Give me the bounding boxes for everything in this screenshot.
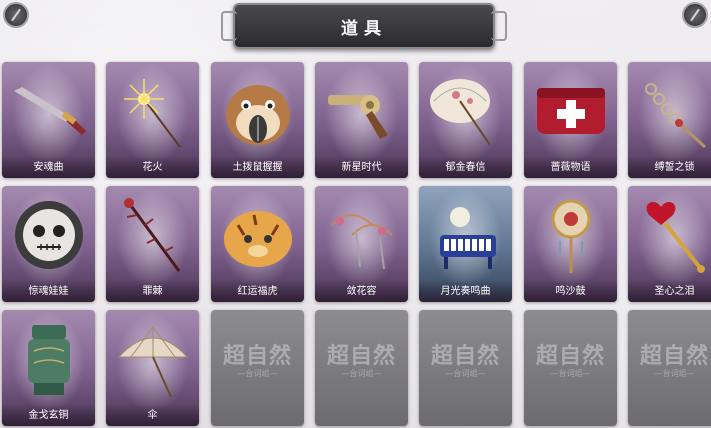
- item-label: 金戈玄铜: [2, 404, 95, 426]
- left-ornament-icon: [3, 2, 29, 28]
- item-label: 惊魂娃娃: [2, 280, 95, 302]
- heart-scepter-icon: [634, 192, 711, 278]
- item-card[interactable]: 伞: [106, 310, 199, 426]
- parasol-icon: [425, 68, 506, 154]
- empty-item-slot[interactable]: 超自然 —台词组—: [315, 310, 408, 426]
- watermark-subtitle: —台词组—: [550, 369, 591, 378]
- items-grid: 安魂曲 花火 土拨鼠握握 新星时代 郁金春信 蔷薇物语 缚誓之锁惊魂娃娃 罪棘 红运福虎 敛花容月…: [2, 62, 711, 428]
- flower-blades-icon: [321, 192, 402, 278]
- item-card[interactable]: 敛花容: [315, 186, 408, 302]
- item-card[interactable]: 蔷薇物语: [524, 62, 617, 178]
- item-card[interactable]: 鸣沙鼓: [524, 186, 617, 302]
- item-label: 罪棘: [106, 280, 199, 302]
- bronze-vessel-icon: [8, 316, 89, 402]
- thorn-staff-icon: [112, 192, 193, 278]
- item-label: 缚誓之锁: [628, 156, 711, 178]
- item-label: 月光奏鸣曲: [419, 280, 512, 302]
- watermark-logo: 超自然: [222, 343, 292, 369]
- item-card[interactable]: 缚誓之锁: [628, 62, 711, 178]
- watermark-subtitle: —台词组—: [237, 369, 278, 378]
- hamster-icon: [217, 68, 298, 154]
- item-card[interactable]: 红运福虎: [211, 186, 304, 302]
- chain-key-icon: [634, 68, 711, 154]
- watermark-subtitle: —台词组—: [654, 369, 695, 378]
- medkit-icon: [530, 68, 611, 154]
- empty-item-slot[interactable]: 超自然 —台词组—: [524, 310, 617, 426]
- item-label: 鸣沙鼓: [524, 280, 617, 302]
- watermark-logo: 超自然: [639, 343, 709, 369]
- item-card[interactable]: 月光奏鸣曲: [419, 186, 512, 302]
- empty-item-slot[interactable]: 超自然 —台词组—: [211, 310, 304, 426]
- item-label: 蔷薇物语: [524, 156, 617, 178]
- watermark-subtitle: —台词组—: [341, 369, 382, 378]
- item-label: 新星时代: [315, 156, 408, 178]
- item-card[interactable]: 金戈玄铜: [2, 310, 95, 426]
- item-card[interactable]: 新星时代: [315, 62, 408, 178]
- title-plate: 道具: [221, 3, 507, 49]
- umbrella-icon: [112, 316, 193, 402]
- piano-icon: [425, 192, 506, 278]
- item-card[interactable]: 圣心之泪: [628, 186, 711, 302]
- item-card[interactable]: 郁金春信: [419, 62, 512, 178]
- item-label: 安魂曲: [2, 156, 95, 178]
- right-ornament-icon: [682, 2, 708, 28]
- item-label: 敛花容: [315, 280, 408, 302]
- item-card[interactable]: 花火: [106, 62, 199, 178]
- dagger-icon: [8, 68, 89, 154]
- watermark-subtitle: —台词组—: [445, 369, 486, 378]
- revolver-icon: [321, 68, 402, 154]
- watermark-logo: 超自然: [535, 343, 605, 369]
- item-label: 郁金春信: [419, 156, 512, 178]
- item-label: 土拨鼠握握: [211, 156, 304, 178]
- watermark-logo: 超自然: [430, 343, 500, 369]
- page-title: 道具: [341, 18, 387, 39]
- sparkler-icon: [112, 68, 193, 154]
- item-label: 红运福虎: [211, 280, 304, 302]
- skull-doll-icon: [8, 192, 89, 278]
- empty-item-slot[interactable]: 超自然 —台词组—: [628, 310, 711, 426]
- empty-item-slot[interactable]: 超自然 —台词组—: [419, 310, 512, 426]
- drum-icon: [530, 192, 611, 278]
- item-card[interactable]: 惊魂娃娃: [2, 186, 95, 302]
- watermark-logo: 超自然: [326, 343, 396, 369]
- item-card[interactable]: 罪棘: [106, 186, 199, 302]
- item-label: 花火: [106, 156, 199, 178]
- tiger-icon: [217, 192, 298, 278]
- item-label: 伞: [106, 404, 199, 426]
- item-card[interactable]: 安魂曲: [2, 62, 95, 178]
- header-bar: 道具: [0, 0, 711, 56]
- item-label: 圣心之泪: [628, 280, 711, 302]
- item-card[interactable]: 土拨鼠握握: [211, 62, 304, 178]
